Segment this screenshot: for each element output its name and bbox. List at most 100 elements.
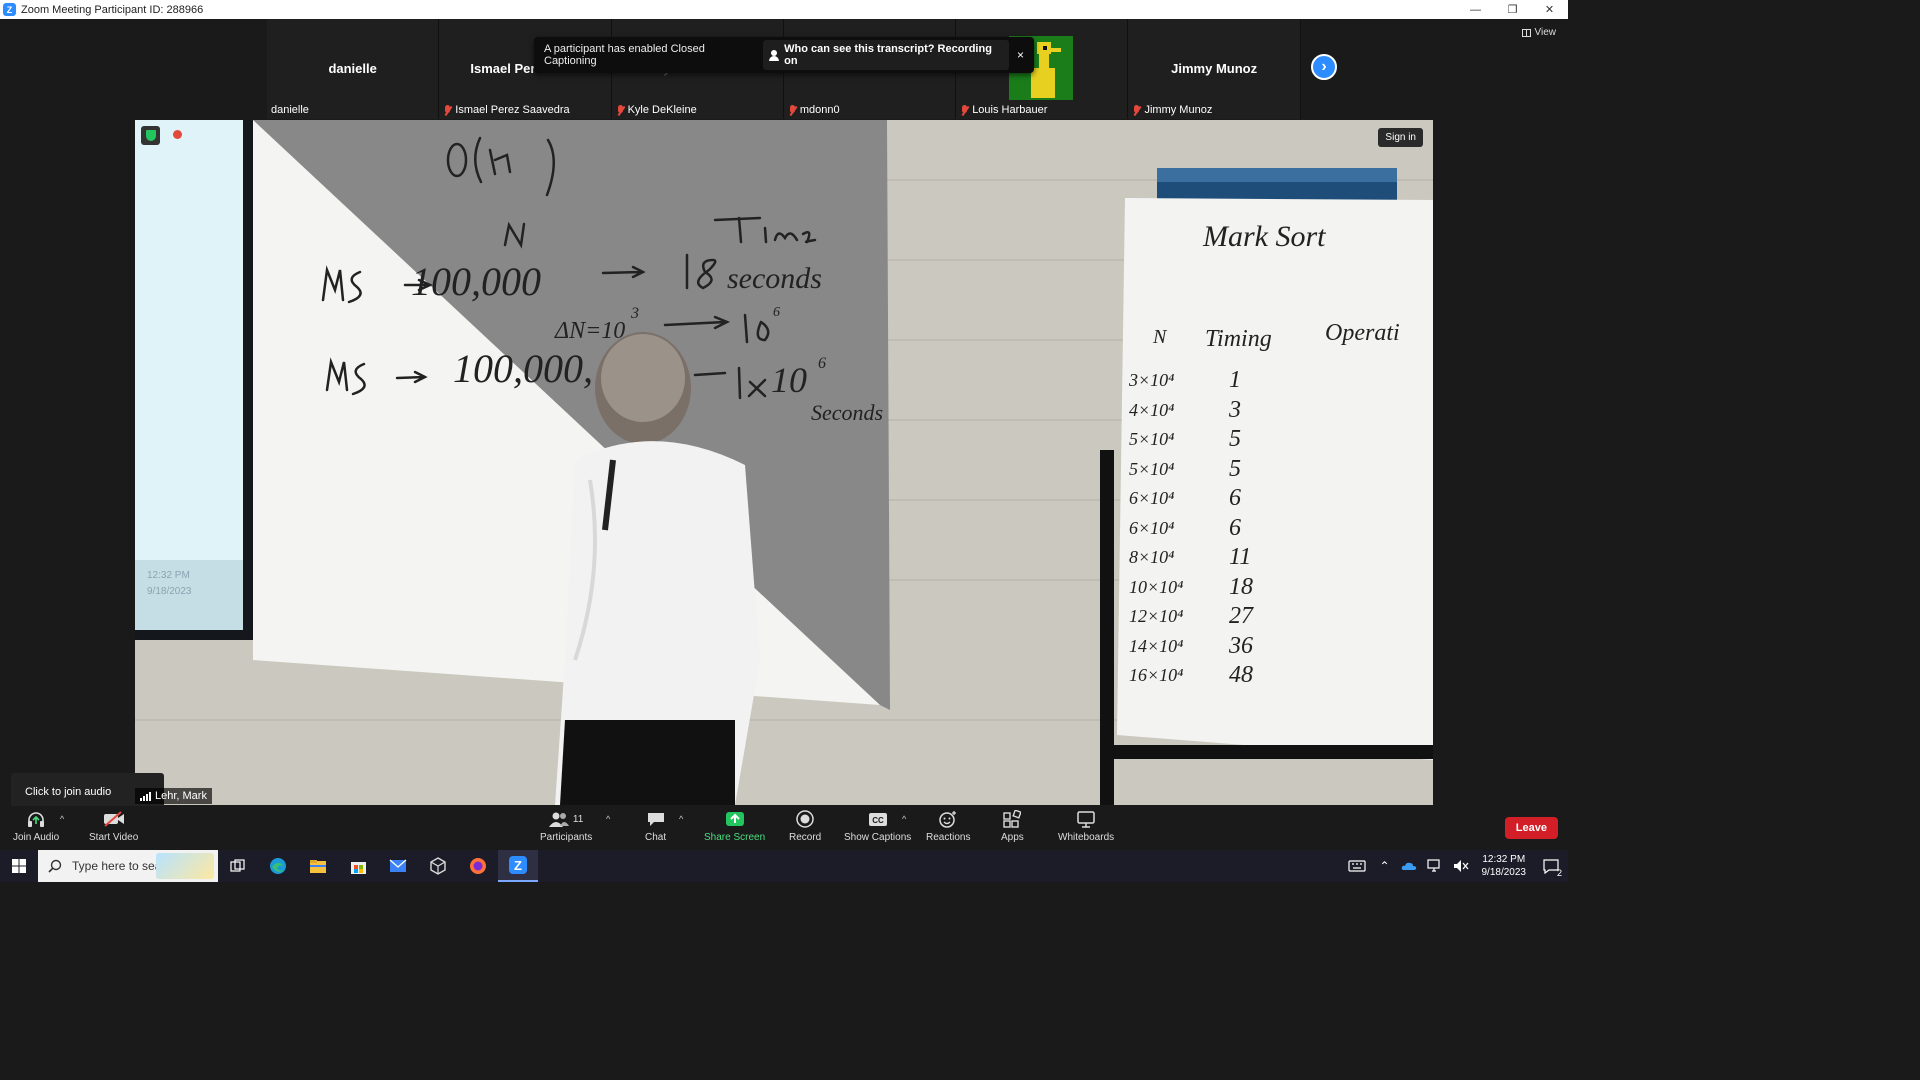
participant-label: mdonn0 [788, 104, 840, 116]
record-label: Record [789, 832, 822, 843]
row-n: 5×10⁴ [1129, 458, 1175, 479]
taskbar-search[interactable]: Type here to search [38, 850, 218, 882]
row-timing: 6 [1229, 514, 1241, 541]
notification-count: 2 [1556, 868, 1562, 878]
window-controls: — ❐ ✕ [1457, 0, 1568, 19]
participant-name: Kyle DeKleine [627, 104, 697, 116]
reactions-button[interactable]: Reactions [926, 810, 970, 843]
sign-in-button[interactable]: Sign in [1378, 128, 1423, 147]
svg-text:Z: Z [514, 858, 522, 873]
microsoft-store-icon[interactable] [338, 850, 378, 882]
row-timing: 5 [1229, 455, 1241, 482]
network-icon[interactable] [1422, 850, 1448, 882]
cc-banner-text: A participant has enabled Closed Caption… [544, 43, 705, 67]
closed-captions-icon: CC [868, 810, 888, 828]
banner-close-icon[interactable]: × [1017, 48, 1024, 62]
whiteboards-button[interactable]: Whiteboards [1058, 810, 1114, 843]
volume-muted-icon[interactable] [1448, 850, 1474, 882]
clock-date: 9/18/2023 [1481, 867, 1527, 878]
encryption-shield-icon[interactable] [141, 126, 160, 145]
chat-icon [647, 810, 665, 828]
participants-label: Participants [540, 832, 593, 843]
row-n: 6×10⁴ [1129, 488, 1175, 508]
participants-button[interactable]: 11 Participants [540, 810, 592, 843]
restore-button[interactable]: ❐ [1494, 0, 1531, 19]
svg-text:100,000,: 100,000, [453, 346, 593, 391]
record-button[interactable]: Record [789, 810, 821, 843]
share-screen-label: Share Screen [704, 832, 766, 843]
mail-icon[interactable] [378, 850, 418, 882]
minimize-button[interactable]: — [1457, 0, 1494, 19]
notification-center-icon[interactable]: 2 [1534, 850, 1568, 882]
captions-caret-icon[interactable]: ^ [902, 814, 906, 824]
view-button[interactable]: View [1521, 27, 1556, 38]
svg-text:100,000: 100,000 [411, 259, 541, 304]
package-app-icon[interactable] [418, 850, 458, 882]
table-row: 8×10⁴ 11 [1129, 543, 1319, 573]
share-screen-button[interactable]: Share Screen [704, 810, 765, 843]
transcript-info-label: Who can see this transcript? Recording o… [784, 43, 992, 67]
start-video-button[interactable]: Start Video [89, 810, 138, 843]
record-icon [796, 810, 814, 828]
keyboard-icon[interactable] [1340, 850, 1374, 882]
transcript-info-link[interactable]: Who can see this transcript? Recording o… [763, 40, 1009, 70]
task-view-icon[interactable] [218, 850, 258, 882]
whiteboards-label: Whiteboards [1058, 832, 1115, 843]
join-audio-button[interactable]: Join Audio [13, 810, 59, 843]
table-row: 5×10⁴ 5 [1129, 455, 1319, 485]
svg-text:ΔN=10: ΔN=10 [554, 318, 625, 344]
row-timing: 36 [1229, 632, 1253, 659]
participant-tile[interactable]: danielle danielle [267, 19, 440, 119]
taskbar-clock[interactable]: 12:32 PM 9/18/2023 [1474, 853, 1535, 879]
participant-name: Jimmy Munoz [1144, 104, 1213, 116]
row-n: 8×10⁴ [1129, 547, 1175, 567]
headphones-icon [27, 810, 45, 828]
show-hidden-icons-icon[interactable]: ⌃ [1374, 850, 1396, 882]
start-button[interactable] [0, 850, 38, 882]
audio-options-caret-icon[interactable]: ^ [60, 814, 64, 824]
meeting-area: View danielle danielle Ismael Perez Sa..… [0, 19, 1568, 811]
edge-browser-icon[interactable] [258, 850, 298, 882]
zoom-taskbar-icon[interactable]: Z [498, 850, 538, 882]
chat-label: Chat [645, 832, 667, 843]
onedrive-icon[interactable] [1396, 850, 1422, 882]
whiteboard-icon [1077, 810, 1095, 828]
window-title: Zoom Meeting Participant ID: 288966 [21, 3, 204, 16]
close-window-button[interactable]: ✕ [1531, 0, 1568, 19]
svg-text:10: 10 [771, 360, 807, 400]
chat-button[interactable]: Chat [645, 810, 666, 843]
mic-muted-icon [788, 104, 797, 116]
reactions-icon [939, 810, 957, 828]
row-n: 4×10⁴ [1129, 399, 1175, 420]
row-n: 16×10⁴ [1129, 665, 1184, 685]
share-screen-icon [725, 810, 745, 828]
zoom-logo-icon: Z [3, 3, 16, 16]
participant-label: danielle [271, 104, 309, 116]
table-row: 16×10⁴ 48 [1129, 661, 1319, 691]
mic-muted-icon [616, 104, 625, 116]
table-row: 5×10⁴ 5 [1129, 425, 1319, 455]
svg-text:seconds: seconds [727, 262, 822, 295]
firefox-icon[interactable] [458, 850, 498, 882]
row-timing: 3 [1229, 396, 1241, 423]
table-row: 3×10⁴ 1 [1129, 366, 1319, 396]
participant-big-name: danielle [328, 61, 377, 76]
leave-button[interactable]: Leave [1504, 817, 1558, 839]
reactions-label: Reactions [926, 832, 971, 843]
participants-caret-icon[interactable]: ^ [606, 814, 610, 824]
show-captions-label: Show Captions [844, 832, 912, 843]
participant-name: mdonn0 [799, 104, 840, 116]
table-row: 14×10⁴ 36 [1129, 632, 1319, 662]
row-timing: 1 [1229, 367, 1241, 393]
join-audio-label: Join Audio [13, 832, 60, 843]
person-icon [769, 49, 780, 61]
participant-tile[interactable]: Jimmy Munoz Jimmy Munoz [1128, 19, 1301, 119]
file-explorer-icon[interactable] [298, 850, 338, 882]
chat-caret-icon[interactable]: ^ [679, 814, 683, 824]
video-off-icon [103, 810, 125, 828]
apps-button[interactable]: Apps [1001, 810, 1024, 843]
svg-text:3: 3 [630, 305, 639, 322]
row-timing: 27 [1229, 603, 1253, 629]
mic-muted-icon [443, 104, 452, 116]
next-page-arrow-icon[interactable]: › [1311, 54, 1337, 80]
